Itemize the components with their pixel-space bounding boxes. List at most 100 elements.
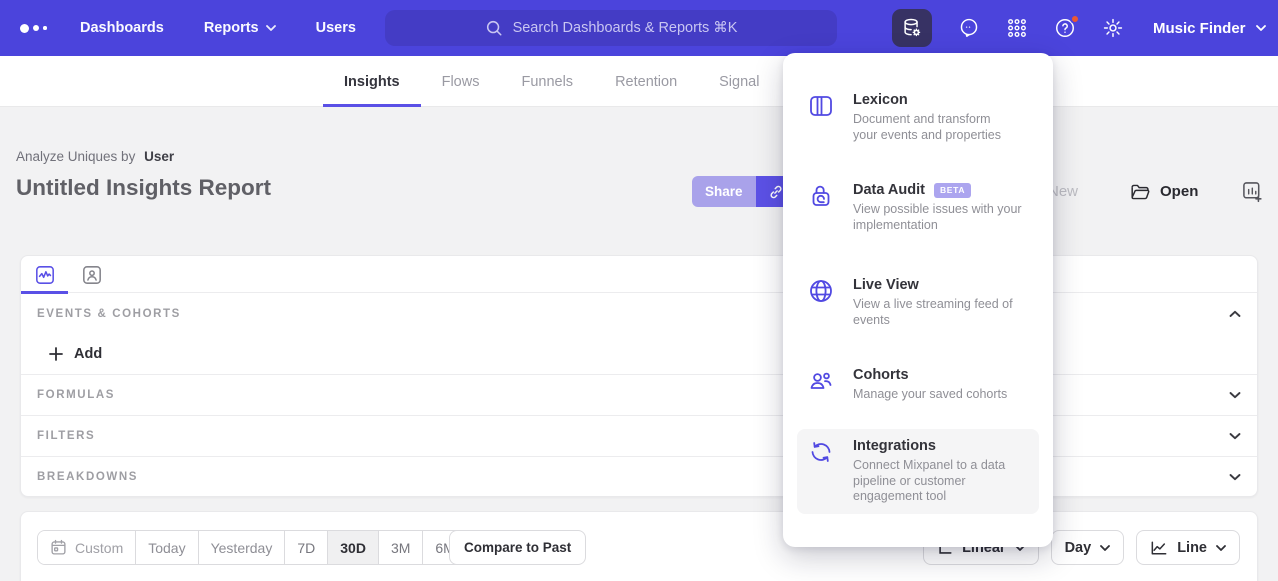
tab-signal[interactable]: Signal [698, 56, 780, 107]
menu-item-integrations[interactable]: Integrations Connect Mixpanel to a data … [797, 429, 1039, 514]
apps-grid-button[interactable] [1006, 17, 1028, 39]
tab-funnels[interactable]: Funnels [500, 56, 594, 107]
help-button[interactable] [1054, 17, 1076, 39]
compare-to-past-button[interactable]: Compare to Past [449, 530, 586, 565]
range-yesterday[interactable]: Yesterday [198, 531, 285, 564]
menu-item-lexicon[interactable]: Lexicon Document and transform your even… [797, 83, 1039, 152]
database-gear-icon [901, 17, 923, 39]
integrations-sync-icon [808, 439, 834, 465]
chart-plus-icon [1242, 181, 1263, 203]
range-today[interactable]: Today [135, 531, 197, 564]
search-icon [485, 19, 503, 37]
subtitle-entity-selector[interactable]: User [144, 149, 174, 164]
range-3m[interactable]: 3M [378, 531, 422, 564]
menu-item-desc: View a live streaming feed of events [853, 297, 1019, 328]
subtitle-prefix: Analyze Uniques by [16, 149, 135, 164]
folder-icon [1130, 183, 1151, 201]
line-chart-icon [1150, 540, 1168, 556]
add-label: Add [74, 346, 102, 362]
chart-type-value: Line [1177, 540, 1207, 556]
notification-dot [1070, 14, 1080, 24]
menu-item-title: Integrations [853, 438, 1013, 454]
builder-view-tabs [21, 256, 1257, 293]
tab-retention[interactable]: Retention [594, 56, 698, 107]
tab-flows[interactable]: Flows [421, 56, 501, 107]
tab-users-view[interactable] [68, 256, 115, 293]
nav-reports[interactable]: Reports [204, 20, 276, 36]
project-name: Music Finder [1153, 20, 1246, 37]
app-window: Dashboards Reports Users Search Dashboar… [0, 0, 1278, 581]
menu-item-data-audit[interactable]: Data Audit BETA View possible issues wit… [797, 173, 1039, 242]
primary-nav: Dashboards Reports Users [80, 20, 356, 36]
menu-item-title: Data Audit BETA [853, 182, 1031, 198]
search-placeholder: Search Dashboards & Reports ⌘K [513, 20, 738, 36]
chevron-down-icon[interactable] [1229, 432, 1241, 440]
data-audit-lock-icon [808, 183, 834, 209]
chart-toolbar-card: Custom Today Yesterday 7D 30D 3M 6M 12M … [20, 511, 1258, 581]
feedback-button[interactable] [958, 17, 980, 39]
tab-metrics-view[interactable] [21, 256, 68, 293]
menu-item-desc: Manage your saved cohorts [853, 387, 1053, 403]
interval-select[interactable]: Day [1051, 530, 1125, 565]
interval-value: Day [1065, 540, 1092, 556]
report-subtitle: Analyze Uniques by User [16, 149, 174, 164]
events-cohorts-label: EVENTS & COHORTS [37, 308, 181, 320]
chevron-down-icon [1256, 25, 1266, 31]
search-input[interactable]: Search Dashboards & Reports ⌘K [385, 10, 837, 46]
date-range-picker: Custom Today Yesterday 7D 30D 3M 6M 12M [37, 530, 520, 565]
globe-icon [808, 278, 834, 304]
settings-button[interactable] [1102, 17, 1124, 39]
lexicon-book-icon [808, 93, 834, 119]
tab-insights[interactable]: Insights [323, 56, 421, 107]
range-custom[interactable]: Custom [38, 531, 135, 564]
pulse-chart-icon [35, 265, 55, 285]
nav-dashboards[interactable]: Dashboards [80, 20, 164, 36]
formulas-label: FORMULAS [37, 389, 115, 401]
mixpanel-logo-icon[interactable] [20, 0, 47, 56]
data-management-dropdown: Lexicon Document and transform your even… [783, 53, 1053, 547]
top-nav: Dashboards Reports Users Search Dashboar… [0, 0, 1278, 56]
gear-icon [1102, 17, 1124, 39]
open-label: Open [1160, 183, 1198, 200]
calendar-icon [50, 539, 67, 556]
report-title[interactable]: Untitled Insights Report [16, 175, 271, 201]
range-7d[interactable]: 7D [284, 531, 327, 564]
nav-reports-label: Reports [204, 20, 259, 36]
menu-item-title: Cohorts [853, 367, 1053, 383]
chevron-down-icon[interactable] [1229, 391, 1241, 399]
breakdowns-section-header[interactable]: BREAKDOWNS [21, 456, 1257, 497]
menu-item-title: Live View [853, 277, 1019, 293]
share-button[interactable]: Share [692, 176, 756, 207]
grid-apps-icon [1006, 17, 1028, 39]
cohorts-people-icon [808, 368, 834, 394]
range-30d[interactable]: 30D [327, 531, 378, 564]
chevron-down-icon [1100, 545, 1110, 551]
formulas-section-header[interactable]: FORMULAS [21, 374, 1257, 415]
nav-users[interactable]: Users [316, 20, 356, 36]
project-switcher[interactable]: Music Finder [1153, 20, 1266, 37]
add-to-dashboard-button[interactable] [1242, 181, 1263, 203]
menu-item-cohorts[interactable]: Cohorts Manage your saved cohorts [797, 358, 1039, 412]
nav-utility-icons [892, 0, 1124, 56]
add-event-row: Add [21, 334, 1257, 374]
nav-users-label: Users [316, 20, 356, 36]
beta-badge: BETA [934, 183, 971, 198]
filters-section-header[interactable]: FILTERS [21, 415, 1257, 456]
chevron-down-icon [266, 25, 276, 31]
report-actions: New Open [1040, 176, 1278, 207]
person-icon [82, 265, 102, 285]
menu-item-live-view[interactable]: Live View View a live streaming feed of … [797, 268, 1039, 337]
chart-type-select[interactable]: Line [1136, 530, 1240, 565]
chevron-down-icon[interactable] [1229, 473, 1241, 481]
data-management-button[interactable] [892, 9, 932, 47]
query-builder-card: EVENTS & COHORTS Add FORMULAS FILTERS BR… [20, 255, 1258, 497]
events-cohorts-section-header[interactable]: EVENTS & COHORTS [21, 293, 1257, 334]
nav-dashboards-label: Dashboards [80, 20, 164, 36]
breakdowns-label: BREAKDOWNS [37, 471, 138, 483]
chevron-up-icon[interactable] [1229, 310, 1241, 318]
open-report-button[interactable]: Open [1130, 183, 1198, 201]
menu-item-title: Lexicon [853, 92, 1015, 108]
add-event-button[interactable]: Add [49, 346, 102, 362]
share-group: Share [692, 176, 796, 207]
menu-item-desc: Connect Mixpanel to a data pipeline or c… [853, 458, 1013, 505]
